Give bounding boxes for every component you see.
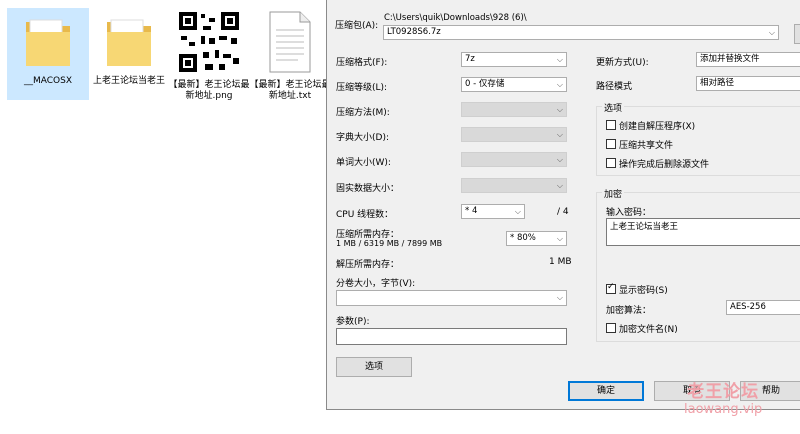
chevron-down-icon: ⌵ [556,130,563,139]
path-mode-label: 路径模式 [596,82,633,92]
chevron-down-icon: ⌵ [556,80,563,89]
level-select[interactable]: 0 - 仅存储 ⌵ [461,77,567,92]
shared-files-label: 压缩共享文件 [619,141,674,151]
desktop-item-folder-laowang[interactable]: 上老王论坛当老王 [88,8,170,87]
solid-label: 固实数据大小： [336,184,400,194]
encryption-group-title: 加密 [602,187,625,200]
chevron-down-icon: ⌵ [556,234,563,243]
path-mode-select[interactable]: 相对路径 [696,76,800,91]
chevron-down-icon[interactable]: ⌵ [557,291,563,304]
word-label: 单词大小(W): [336,158,391,168]
watermark-title: 老王论坛 [687,382,760,402]
desktop-item-macosx[interactable]: __MACOSX [7,8,89,100]
cpu-total: / 4 [557,207,569,217]
encryption-method-select[interactable]: AES-256 [726,300,800,315]
update-select[interactable]: 添加并替换文件 [696,52,800,67]
folder-icon [26,19,70,66]
encrypt-names-label: 加密文件名(N) [619,325,678,335]
archive-path: C:\Users\quik\Downloads\928 (6)\ [384,13,527,23]
watermark-url: laowang.vip [684,402,763,417]
desktop-item-label: 上老王论坛当老王 [92,76,165,86]
password-label: 输入密码： [606,208,652,218]
chevron-down-icon[interactable]: ⌵ [769,26,775,39]
browse-button[interactable] [794,24,800,44]
cpu-label: CPU 线程数： [336,210,394,220]
path-mode-value: 相对路径 [700,78,735,88]
show-password-checkbox[interactable] [606,282,616,294]
delete-source-checkbox[interactable] [606,158,616,168]
encryption-method-value: AES-256 [730,302,766,312]
chevron-down-icon: ⌵ [514,207,521,216]
format-value: 7z [465,54,475,64]
memory-select[interactable]: * 80% ⌵ [506,231,567,246]
format-label: 压缩格式(F): [336,58,388,68]
text-file-icon [269,11,311,73]
chevron-down-icon: ⌵ [556,105,563,114]
password-input[interactable]: 上老王论坛当老王 [606,218,800,246]
desktop-item-txt[interactable]: 【最新】老王论坛最新地址.txt [249,8,331,102]
update-value: 添加并替换文件 [700,54,760,64]
params-label: 参数(P): [336,317,370,327]
params-input[interactable] [336,328,567,345]
options-button[interactable]: 选项 [336,357,412,377]
password-value: 上老王论坛当老王 [610,222,679,232]
chevron-down-icon: ⌵ [556,181,563,190]
desktop-item-label: __MACOSX [23,76,72,86]
shared-files-checkbox[interactable] [606,139,616,149]
level-value: 0 - 仅存储 [465,79,505,89]
show-password-label: 显示密码(S) [619,286,668,296]
word-select[interactable]: ⌵ [461,152,567,167]
encrypt-names-checkbox[interactable] [606,323,616,333]
delete-source-label: 操作完成后删除源文件 [619,160,710,170]
options-group-title: 选项 [602,101,625,114]
memory-value: * 80% [510,233,536,243]
desktop-item-label: 【最新】老王论坛最新地址.txt [249,80,331,101]
folder-icon [107,19,151,66]
dict-select[interactable]: ⌵ [461,127,567,142]
volume-combobox[interactable]: ⌵ [336,290,567,306]
archive-name-combobox[interactable]: LT0928S6.7z ⌵ [383,25,779,40]
desktop-item-label: 【最新】老王论坛最新地址.png [168,80,250,101]
watermark: 老王论坛 laowang.vip [684,382,762,418]
chevron-down-icon: ⌵ [556,55,563,64]
chevron-down-icon: ⌵ [556,155,563,164]
add-archive-dialog: 压缩包(A): C:\Users\quik\Downloads\928 (6)\… [326,0,800,410]
decompress-memory-label: 解压所需内存： [336,260,400,270]
sfx-label: 创建自解压程序(X) [619,122,696,132]
desktop-item-png[interactable]: 【最新】老王论坛最新地址.png [168,8,250,102]
method-label: 压缩方法(M): [336,108,390,118]
dict-label: 字典大小(D): [336,133,389,143]
cpu-select[interactable]: * 4 ⌵ [461,204,525,219]
archive-name-value: LT0928S6.7z [387,27,441,37]
format-select[interactable]: 7z ⌵ [461,52,567,67]
memory-detail: 1 MB / 6319 MB / 7899 MB [336,239,443,248]
update-label: 更新方式(U): [596,58,649,68]
method-select[interactable]: ⌵ [461,102,567,117]
ok-button[interactable]: 确定 [568,381,644,401]
encryption-method-label: 加密算法： [606,306,652,316]
sfx-checkbox[interactable] [606,120,616,130]
cpu-value: * 4 [465,206,478,216]
qr-code-icon [175,8,243,76]
volume-label: 分卷大小，字节(V): [336,279,416,289]
level-label: 压缩等级(L): [336,83,388,93]
archive-label: 压缩包(A): [335,21,379,31]
decompress-memory-value: 1 MB [549,257,572,267]
solid-select[interactable]: ⌵ [461,178,567,193]
